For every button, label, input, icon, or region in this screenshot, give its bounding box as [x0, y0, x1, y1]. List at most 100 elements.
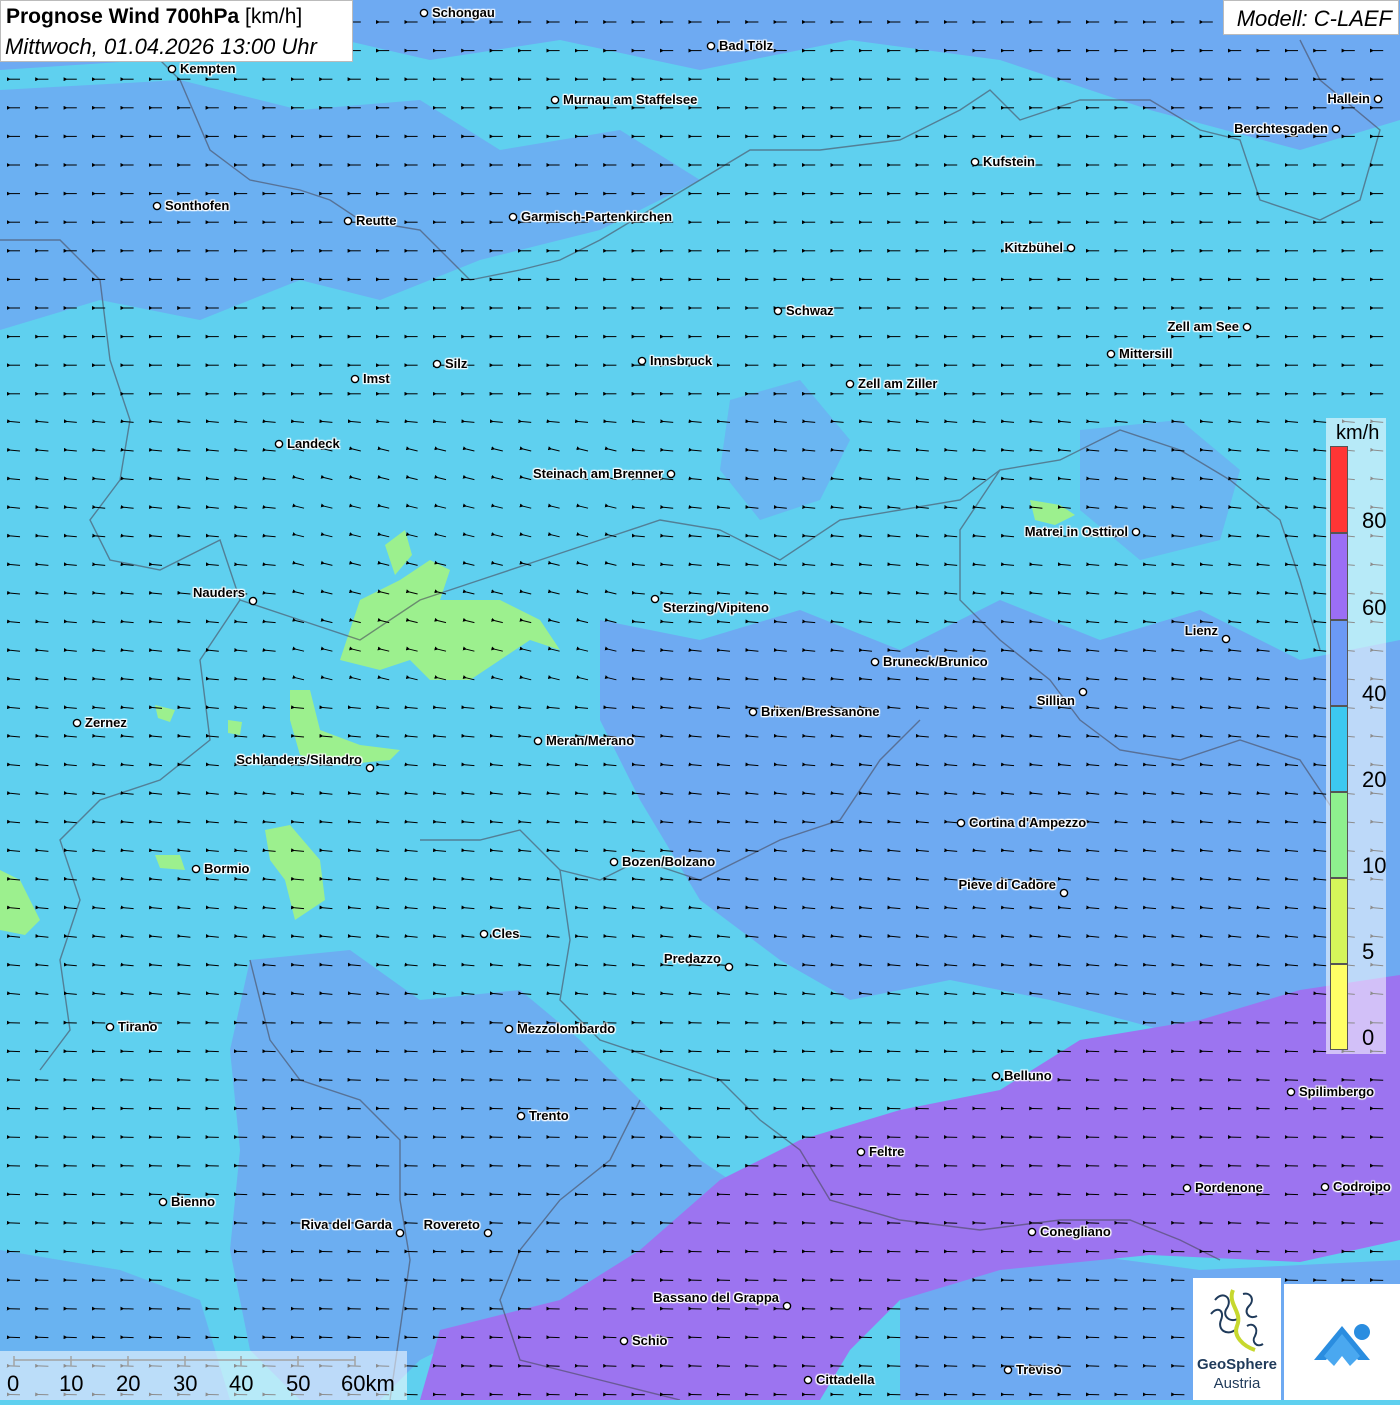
- title-box: Prognose Wind 700hPa [km/h] Mittwoch, 01…: [0, 0, 353, 62]
- city-marker: [846, 380, 853, 387]
- legend-swatch-80: [1330, 446, 1348, 533]
- city-label: Bad Tölz: [719, 38, 773, 53]
- geosphere-country: Austria: [1193, 1375, 1281, 1392]
- city-label: Kempten: [180, 61, 236, 76]
- city-label: Riva del Garda: [301, 1217, 392, 1232]
- city-label: Schlanders/Silandro: [236, 752, 362, 767]
- city-marker: [168, 65, 175, 72]
- city-label: Mittersill: [1119, 346, 1172, 361]
- model-box: Modell: C-LAEF: [1223, 0, 1399, 35]
- city-marker: [1028, 1228, 1035, 1235]
- scale-label-0: 0: [7, 1371, 19, 1397]
- city-label: Bassano del Grappa: [653, 1290, 779, 1305]
- title-unit: [km/h]: [245, 5, 302, 28]
- city-marker: [749, 708, 756, 715]
- city-marker: [1222, 635, 1229, 642]
- app-logo-icon: [1284, 1284, 1400, 1400]
- city-label: Treviso: [1016, 1362, 1062, 1377]
- city-label: Pordenone: [1195, 1180, 1263, 1195]
- city-label: Codroipo: [1333, 1179, 1391, 1194]
- city-marker: [1321, 1183, 1328, 1190]
- city-label: Imst: [363, 371, 390, 386]
- city-marker: [517, 1112, 524, 1119]
- legend-label-80: 80: [1362, 508, 1386, 534]
- legend-label-20: 20: [1362, 767, 1386, 793]
- city-label: Schio: [632, 1333, 667, 1348]
- city-marker: [1107, 350, 1114, 357]
- city-marker: [420, 9, 427, 16]
- city-label: Lienz: [1185, 623, 1218, 638]
- city-label: Feltre: [869, 1144, 904, 1159]
- city-label: Murnau am Staffelsee: [563, 92, 697, 107]
- city-label: Steinach am Brenner: [533, 466, 663, 481]
- city-label: Schwaz: [786, 303, 834, 318]
- city-label: Garmisch-Partenkirchen: [521, 209, 672, 224]
- color-legend: km/h 80 60 40 20 10 5 0: [1326, 418, 1386, 1054]
- city-label: Meran/Merano: [546, 733, 634, 748]
- scale-bar: 0 10 20 30 40 50 60km: [0, 1351, 407, 1400]
- weather-app-logo: [1284, 1284, 1400, 1400]
- scale-label-40: 40: [229, 1371, 253, 1397]
- city-label: Berchtesgaden: [1234, 121, 1328, 136]
- city-label: Bozen/Bolzano: [622, 854, 715, 869]
- geosphere-name: GeoSphere: [1193, 1356, 1281, 1373]
- city-label: Pieve di Cadore: [958, 877, 1056, 892]
- city-label: Rovereto: [424, 1217, 480, 1232]
- scale-label-50: 50: [286, 1371, 310, 1397]
- city-label: Bruneck/Brunico: [883, 654, 988, 669]
- legend-swatch-0: [1330, 964, 1348, 1050]
- city-marker: [651, 595, 658, 602]
- city-marker: [73, 719, 80, 726]
- city-label: Cortina d'Ampezzo: [969, 815, 1086, 830]
- city-label: Tirano: [118, 1019, 158, 1034]
- city-label: Nauders: [193, 585, 245, 600]
- city-label: Innsbruck: [650, 353, 712, 368]
- legend-label-40: 40: [1362, 681, 1386, 707]
- city-label: Predazzo: [664, 951, 721, 966]
- city-marker: [1374, 95, 1381, 102]
- city-marker: [551, 96, 558, 103]
- city-marker: [774, 307, 781, 314]
- city-marker: [159, 1198, 166, 1205]
- city-marker: [433, 360, 440, 367]
- city-marker: [667, 470, 674, 477]
- city-marker: [1079, 688, 1086, 695]
- legend-swatch-5: [1330, 878, 1348, 964]
- legend-swatch-20: [1330, 706, 1348, 792]
- legend-swatch-10: [1330, 792, 1348, 878]
- legend-unit: km/h: [1336, 422, 1379, 445]
- legend-label-60: 60: [1362, 595, 1386, 621]
- city-marker: [1067, 244, 1074, 251]
- city-marker: [1332, 125, 1339, 132]
- city-marker: [871, 658, 878, 665]
- scale-label-10: 10: [59, 1371, 83, 1397]
- city-marker: [610, 858, 617, 865]
- city-marker: [106, 1023, 113, 1030]
- legend-swatch-60: [1330, 533, 1348, 620]
- city-marker: [783, 1302, 790, 1309]
- city-label: Hallein: [1327, 91, 1370, 106]
- city-marker: [1004, 1366, 1011, 1373]
- city-label: Sonthofen: [165, 198, 229, 213]
- city-label: Schongau: [432, 5, 495, 20]
- city-marker: [857, 1148, 864, 1155]
- city-marker: [249, 597, 256, 604]
- city-marker: [992, 1072, 999, 1079]
- city-marker: [1243, 323, 1250, 330]
- city-label: Bormio: [204, 861, 250, 876]
- city-marker: [534, 737, 541, 744]
- city-marker: [505, 1025, 512, 1032]
- forecast-datetime: Mittwoch, 01.04.2026 13:00 Uhr: [5, 34, 317, 60]
- geosphere-emblem-icon: [1193, 1280, 1281, 1356]
- city-marker: [1132, 528, 1139, 535]
- scale-label-60km: 60km: [341, 1371, 395, 1397]
- title-main: Prognose Wind 700hPa: [6, 5, 239, 28]
- city-label: Bienno: [171, 1194, 215, 1209]
- city-marker: [509, 213, 516, 220]
- city-label: Belluno: [1004, 1068, 1052, 1083]
- city-marker: [620, 1337, 627, 1344]
- legend-swatch-40: [1330, 620, 1348, 706]
- legend-label-0: 0: [1362, 1025, 1374, 1051]
- model-label: Modell: C-LAEF: [1237, 6, 1392, 32]
- city-marker: [192, 865, 199, 872]
